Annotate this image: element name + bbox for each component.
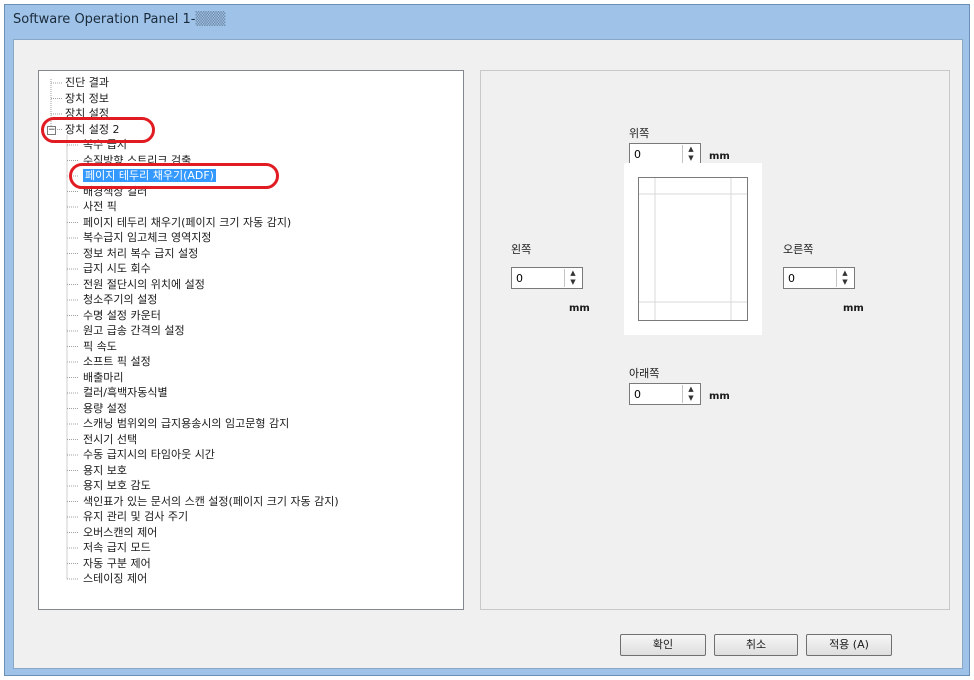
tree-item[interactable]: 진단 결과 <box>65 75 109 90</box>
tree-item[interactable]: 유지 관리 및 검사 주기 <box>83 509 188 524</box>
tree-item[interactable]: 색인표가 있는 문서의 스캔 설정(페이지 크기 자동 감지) <box>83 494 339 509</box>
tree-item[interactable]: 소프트 픽 설정 <box>83 354 151 369</box>
tree-item[interactable]: 스캐닝 범위외의 급지용송시의 임고문형 감지 <box>83 416 289 431</box>
tree-item[interactable]: 자동 구분 제어 <box>83 556 151 571</box>
highlight-oval-selected <box>69 163 279 189</box>
tree-item-label: 용지 보호 감도 <box>83 479 151 492</box>
spin-up-icon[interactable]: ▲ <box>683 385 699 394</box>
tree-item-label: 페이지 테두리 채우기(페이지 크기 자동 감지) <box>83 215 292 229</box>
title-bar[interactable]: Software Operation Panel 1-▒▒▒ <box>5 5 969 35</box>
top-margin-label: 위쪽 <box>629 127 650 140</box>
tree-item[interactable]: 전시기 선택 <box>83 432 137 447</box>
app-window: Software Operation Panel 1-▒▒▒ 진단 결과장치 정… <box>4 4 970 676</box>
tree-item[interactable]: 저속 급지 모드 <box>83 540 151 555</box>
tree-item-label: 청소주기의 설정 <box>83 293 158 306</box>
left-margin-arrows[interactable]: ▲ ▼ <box>564 269 581 287</box>
tree-item[interactable]: 복수급지 임고체크 영역지정 <box>83 230 211 245</box>
spin-up-icon[interactable]: ▲ <box>565 269 581 278</box>
tree-item-label: 수명 설정 카운터 <box>83 308 161 322</box>
tree-item-label: 배출마리 <box>83 370 124 384</box>
tree-item-label: 소프트 픽 설정 <box>83 355 151 368</box>
apply-button[interactable]: 적용 (A) <box>806 634 892 656</box>
tree-item[interactable]: 픽 속도 <box>83 339 117 354</box>
tree-item-label: 색인표가 있는 문서의 스캔 설정(페이지 크기 자동 감지) <box>83 494 339 508</box>
right-margin-spinner[interactable]: ▲ ▼ <box>783 267 855 289</box>
tree-item-label: 정보 처리 복수 급지 설정 <box>83 246 199 260</box>
tree-item[interactable]: 정보 처리 복수 급지 설정 <box>83 246 198 261</box>
tree-item-label: 급지 시도 회수 <box>83 262 151 275</box>
right-margin-arrows[interactable]: ▲ ▼ <box>836 269 853 287</box>
tree-item[interactable]: 배출마리 <box>83 370 123 385</box>
dialog-client-area: 진단 결과 장치 정보 장치 설정 장치 설정 2− 복수 급지 수직방향 스트리크 검출… <box>13 39 963 669</box>
tree-item-label: 전원 절단시의 위치에 설정 <box>83 277 205 291</box>
left-margin-spinner[interactable]: ▲ ▼ <box>511 267 583 289</box>
tree-item[interactable]: 수동 급지시의 타임아웃 시간 <box>83 447 215 462</box>
spin-down-icon[interactable]: ▼ <box>565 278 581 287</box>
tree-item-label: 사전 픽 <box>83 200 117 213</box>
cancel-button[interactable]: 취소 <box>714 634 798 656</box>
top-margin-input[interactable] <box>632 146 684 162</box>
ok-button[interactable]: 확인 <box>620 634 706 656</box>
right-margin-label: 오른쪽 <box>783 243 814 256</box>
window-title: Software Operation Panel 1- <box>13 12 196 27</box>
settings-tree[interactable]: 진단 결과 장치 정보 장치 설정 장치 설정 2− 복수 급지 수직방향 스트리크 검출… <box>38 70 464 610</box>
tree-item[interactable]: 용량 설정 <box>83 401 127 416</box>
top-margin-unit: mm <box>709 151 730 162</box>
spin-down-icon[interactable]: ▼ <box>683 394 699 403</box>
margin-settings-group: 위쪽 ▲ ▼ mm 왼쪽 ▲ ▼ mm 오른쪽 <box>480 70 950 610</box>
tree-item[interactable]: 사전 픽 <box>83 199 117 214</box>
tree-item[interactable]: 오버스캔의 제어 <box>83 525 157 540</box>
top-margin-arrows[interactable]: ▲ ▼ <box>682 145 699 163</box>
left-margin-unit: mm <box>569 303 590 314</box>
spin-up-icon[interactable]: ▲ <box>683 145 699 154</box>
tree-item[interactable]: 용지 보호 <box>83 463 127 478</box>
top-margin-spinner[interactable]: ▲ ▼ <box>629 143 701 165</box>
spin-down-icon[interactable]: ▼ <box>837 278 853 287</box>
tree-item-label: 저속 급지 모드 <box>83 541 151 554</box>
tree-item[interactable]: 수명 설정 카운터 <box>83 308 161 323</box>
tree-item-label: 컬러/흑백자동식별 <box>83 386 168 399</box>
tree-item[interactable]: 전원 절단시의 위치에 설정 <box>83 277 205 292</box>
tree-item-label: 유지 관리 및 검사 주기 <box>83 510 189 523</box>
spin-down-icon[interactable]: ▼ <box>683 154 699 163</box>
left-margin-input[interactable] <box>514 270 566 286</box>
tree-item-label: 장치 정보 <box>65 91 109 105</box>
tree-item[interactable]: 용지 보호 감도 <box>83 478 151 493</box>
right-margin-unit: mm <box>843 303 864 314</box>
tree-item[interactable]: 스테이징 제어 <box>83 571 147 586</box>
left-margin-label: 왼쪽 <box>511 243 532 256</box>
page-preview <box>624 163 762 335</box>
bottom-margin-input[interactable] <box>632 386 684 402</box>
tree-item[interactable]: 컬러/흑백자동식별 <box>83 385 168 400</box>
tree-item-label: 용지 보호 <box>83 463 127 477</box>
bottom-margin-spinner[interactable]: ▲ ▼ <box>629 383 701 405</box>
tree-item[interactable]: 페이지 테두리 채우기(페이지 크기 자동 감지) <box>83 215 291 230</box>
tree-item-label: 용량 설정 <box>83 401 127 415</box>
tree-item-label: 전시기 선택 <box>83 432 138 446</box>
tree-item-label: 복수급지 임고체크 영역지정 <box>83 231 212 244</box>
tree-item-label: 자동 구분 제어 <box>83 556 151 570</box>
tree-item-label: 진단 결과 <box>65 76 109 89</box>
tree-item-label: 스캐닝 범위외의 급지용송시의 임고문형 감지 <box>83 417 290 430</box>
bottom-margin-arrows[interactable]: ▲ ▼ <box>682 385 699 403</box>
highlight-oval-parent <box>41 116 155 143</box>
tree-item-label: 스테이징 제어 <box>83 572 148 585</box>
tree-item[interactable]: 급지 시도 회수 <box>83 261 151 276</box>
tree-item-label: 수동 급지시의 타임아웃 시간 <box>83 448 215 461</box>
tree-item-label: 오버스캔의 제어 <box>83 525 158 539</box>
tree-item[interactable]: 청소주기의 설정 <box>83 292 157 307</box>
right-margin-input[interactable] <box>786 270 838 286</box>
page-outline <box>638 177 748 321</box>
margin-guides <box>639 178 747 320</box>
bottom-margin-label: 아래쪽 <box>629 367 660 380</box>
spin-up-icon[interactable]: ▲ <box>837 269 853 278</box>
tree-item-label: 원고 급송 간격의 설정 <box>83 324 185 337</box>
window-title-suffix: ▒▒▒ <box>195 12 226 27</box>
tree-item[interactable]: 장치 정보 <box>65 91 109 106</box>
tree-item[interactable]: 원고 급송 간격의 설정 <box>83 323 185 338</box>
tree-item-label: 픽 속도 <box>83 339 117 353</box>
bottom-margin-unit: mm <box>709 391 730 402</box>
